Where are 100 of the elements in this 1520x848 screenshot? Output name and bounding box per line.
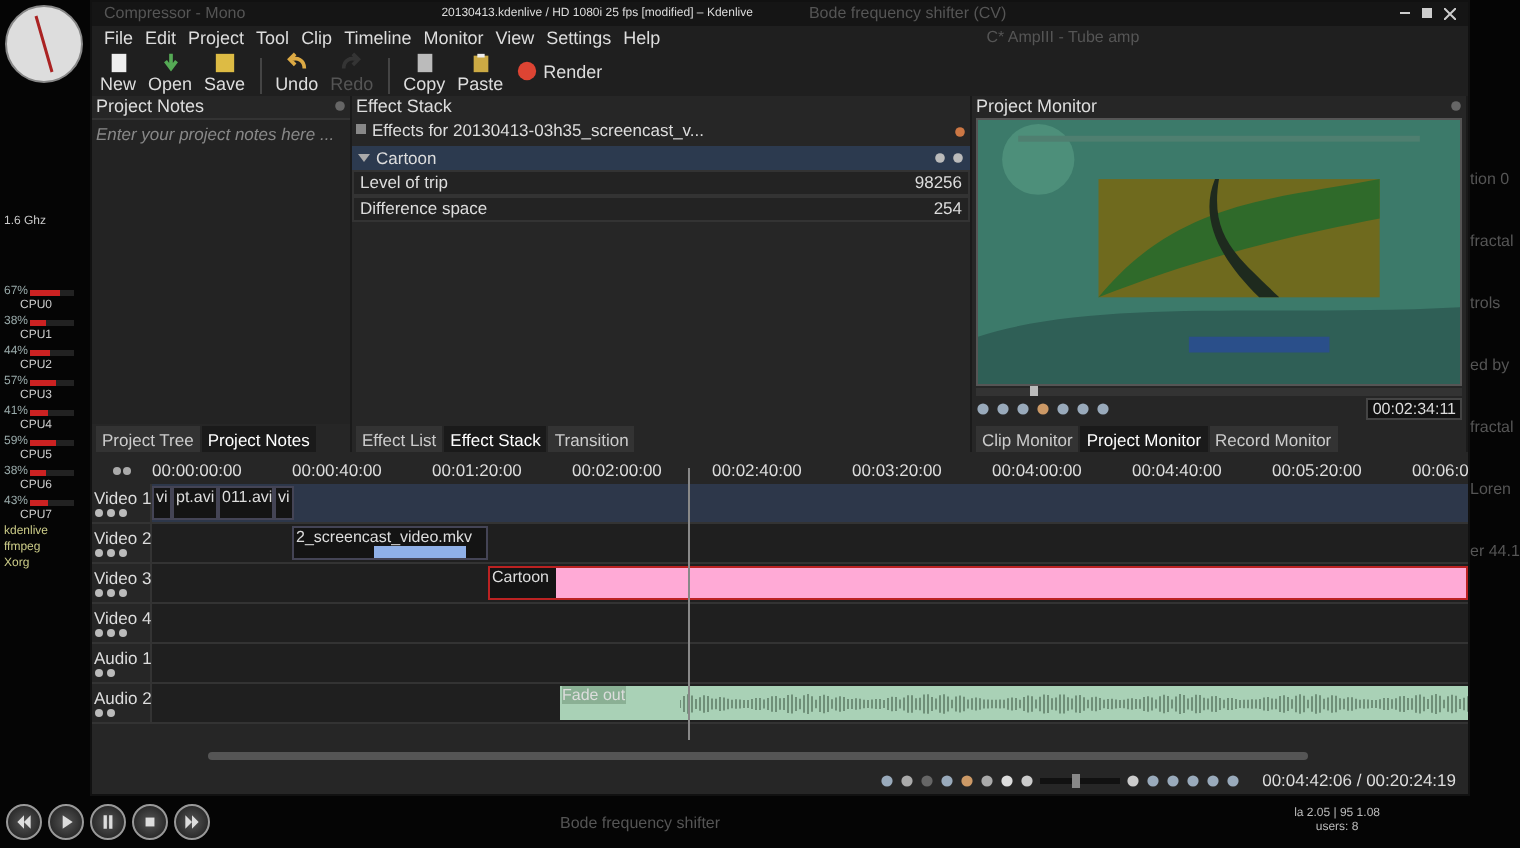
background-text: Compressor - Mono bbox=[104, 4, 246, 23]
menu-item[interactable]: Monitor bbox=[417, 27, 490, 48]
effect-row[interactable]: Cartoon bbox=[352, 145, 970, 170]
menu-item[interactable]: File bbox=[98, 27, 140, 48]
zoom-handle[interactable] bbox=[1072, 773, 1081, 787]
scrollbar[interactable] bbox=[208, 752, 1308, 760]
copy-icon bbox=[413, 51, 436, 74]
toolbar-button[interactable]: Paste bbox=[453, 51, 508, 94]
clip-label: vi bbox=[278, 488, 290, 506]
toolbar-button[interactable]: Undo bbox=[271, 51, 323, 94]
video-clip[interactable]: pt.avi bbox=[172, 486, 218, 520]
ruler-time: 00:02:40:00 bbox=[712, 460, 804, 480]
background-text: tion 0 bbox=[1470, 170, 1512, 188]
clip-label: vi bbox=[156, 488, 168, 506]
player-button[interactable] bbox=[48, 804, 84, 840]
track-name: Audio 1 bbox=[94, 648, 150, 668]
track-name: Video 3 bbox=[94, 568, 150, 588]
track-toggles-icon[interactable] bbox=[94, 668, 118, 678]
player-button[interactable] bbox=[90, 804, 126, 840]
background-text: Loren bbox=[1470, 480, 1513, 498]
render-dot-icon bbox=[515, 60, 538, 83]
clip-label: 011.avi bbox=[222, 488, 272, 506]
close-icon[interactable] bbox=[1444, 7, 1456, 20]
param-value: 98256 bbox=[914, 172, 962, 193]
clip-label: pt.avi bbox=[176, 488, 215, 506]
param-label: Difference space bbox=[360, 198, 488, 219]
background-text: fractal bbox=[1470, 232, 1516, 250]
dock-title: Project Notes bbox=[96, 96, 205, 117]
ruler-time: 00:05:20:00 bbox=[1272, 460, 1364, 480]
dock-tab[interactable]: Project Monitor bbox=[1080, 426, 1208, 452]
dock-tab[interactable]: Transition bbox=[548, 426, 635, 452]
menu-item[interactable]: Project bbox=[182, 27, 251, 48]
track-toggles-icon[interactable] bbox=[94, 508, 130, 518]
track-toggles-icon[interactable] bbox=[94, 548, 130, 558]
param-row[interactable]: Difference space 254 bbox=[352, 195, 970, 222]
player-button[interactable] bbox=[132, 804, 168, 840]
ruler-time: 00:04:00:00 bbox=[992, 460, 1084, 480]
ruler-time: 00:02:00:00 bbox=[572, 460, 664, 480]
background-text: trols bbox=[1470, 294, 1503, 312]
track-toggles-icon[interactable] bbox=[94, 708, 118, 718]
toolbar-button[interactable]: Render bbox=[511, 60, 607, 83]
toolbar-button[interactable]: Copy bbox=[399, 51, 450, 94]
color-clip[interactable]: Cartoon bbox=[488, 566, 1468, 600]
video-clip[interactable]: vi bbox=[152, 486, 172, 520]
param-row[interactable]: Level of trip 98256 bbox=[352, 169, 970, 196]
stop-icon bbox=[140, 812, 160, 832]
collapse-icon[interactable] bbox=[358, 151, 370, 164]
pause-icon bbox=[98, 812, 118, 832]
menu-item[interactable]: Timeline bbox=[338, 27, 418, 48]
seek-handle[interactable] bbox=[1029, 385, 1038, 396]
menu-item[interactable]: View bbox=[489, 27, 541, 48]
video-clip[interactable]: 2_screencast_video.mkv bbox=[292, 526, 488, 560]
background-text: ed by bbox=[1470, 356, 1512, 374]
effects-header: Effects for 20130413-03h35_screencast_v... bbox=[372, 119, 705, 140]
dock-title: Effect Stack bbox=[356, 96, 452, 117]
clip-label: Cartoon bbox=[492, 568, 549, 586]
track-name: Video 1 bbox=[94, 488, 150, 508]
video-clip[interactable]: 011.avi bbox=[218, 486, 274, 520]
menu-item[interactable]: Help bbox=[617, 27, 667, 48]
fast-forward-icon bbox=[182, 812, 202, 832]
download-arrow-icon bbox=[159, 51, 182, 74]
dock-tab[interactable]: Project Tree bbox=[96, 426, 200, 452]
menu-item[interactable]: Clip bbox=[295, 27, 339, 48]
effect-name: Cartoon bbox=[376, 147, 437, 168]
param-label: Level of trip bbox=[360, 172, 448, 193]
dock-tab[interactable]: Effect List bbox=[356, 426, 443, 452]
ruler-time: 00:03:20:00 bbox=[852, 460, 944, 480]
menu-item[interactable]: Tool bbox=[250, 27, 296, 48]
timeline-position: 00:04:42:06 / 00:20:24:19 bbox=[1262, 770, 1456, 790]
player-button[interactable] bbox=[174, 804, 210, 840]
dock-title: Project Monitor bbox=[976, 96, 1098, 117]
track-toggles-icon[interactable] bbox=[94, 628, 130, 638]
menu-item[interactable]: Settings bbox=[540, 27, 618, 48]
ruler-time: 00:04:40:00 bbox=[1132, 460, 1224, 480]
menu-item[interactable]: Edit bbox=[139, 27, 183, 48]
toolbar-button[interactable]: New bbox=[96, 51, 141, 94]
background-text: er 44.1 bbox=[1470, 542, 1520, 560]
video-clip[interactable]: vi bbox=[274, 486, 294, 520]
undo-arrow-icon bbox=[285, 51, 308, 74]
clock-icon bbox=[4, 4, 84, 84]
maximize-icon[interactable] bbox=[1422, 7, 1432, 18]
background-text: Bode frequency shifter (CV) bbox=[808, 4, 1007, 23]
dock-tab[interactable]: Clip Monitor bbox=[976, 426, 1079, 452]
player-button[interactable] bbox=[6, 804, 42, 840]
dock-tab[interactable]: Project Notes bbox=[201, 426, 316, 452]
track-toggles-icon[interactable] bbox=[94, 588, 130, 598]
background-text: fractal bbox=[1470, 418, 1516, 436]
toolbar-button[interactable]: Open bbox=[144, 51, 197, 94]
track-name: Video 2 bbox=[94, 528, 150, 548]
background-text: Bode frequency shifter bbox=[560, 813, 721, 831]
track-name: Audio 2 bbox=[94, 688, 150, 708]
dock-tab[interactable]: Effect Stack bbox=[444, 426, 547, 452]
ruler-time: 00:00:40:00 bbox=[292, 460, 384, 480]
dock-tab[interactable]: Record Monitor bbox=[1209, 426, 1338, 452]
ruler-time: 00:06:0 bbox=[1412, 460, 1468, 480]
track-name: Video 4 bbox=[94, 608, 150, 628]
param-value: 254 bbox=[933, 198, 962, 219]
timecode-field[interactable]: 00:02:34:11 bbox=[1366, 397, 1462, 420]
toolbar-button[interactable]: Save bbox=[200, 51, 250, 94]
ruler-time: 00:01:20:00 bbox=[432, 460, 524, 480]
